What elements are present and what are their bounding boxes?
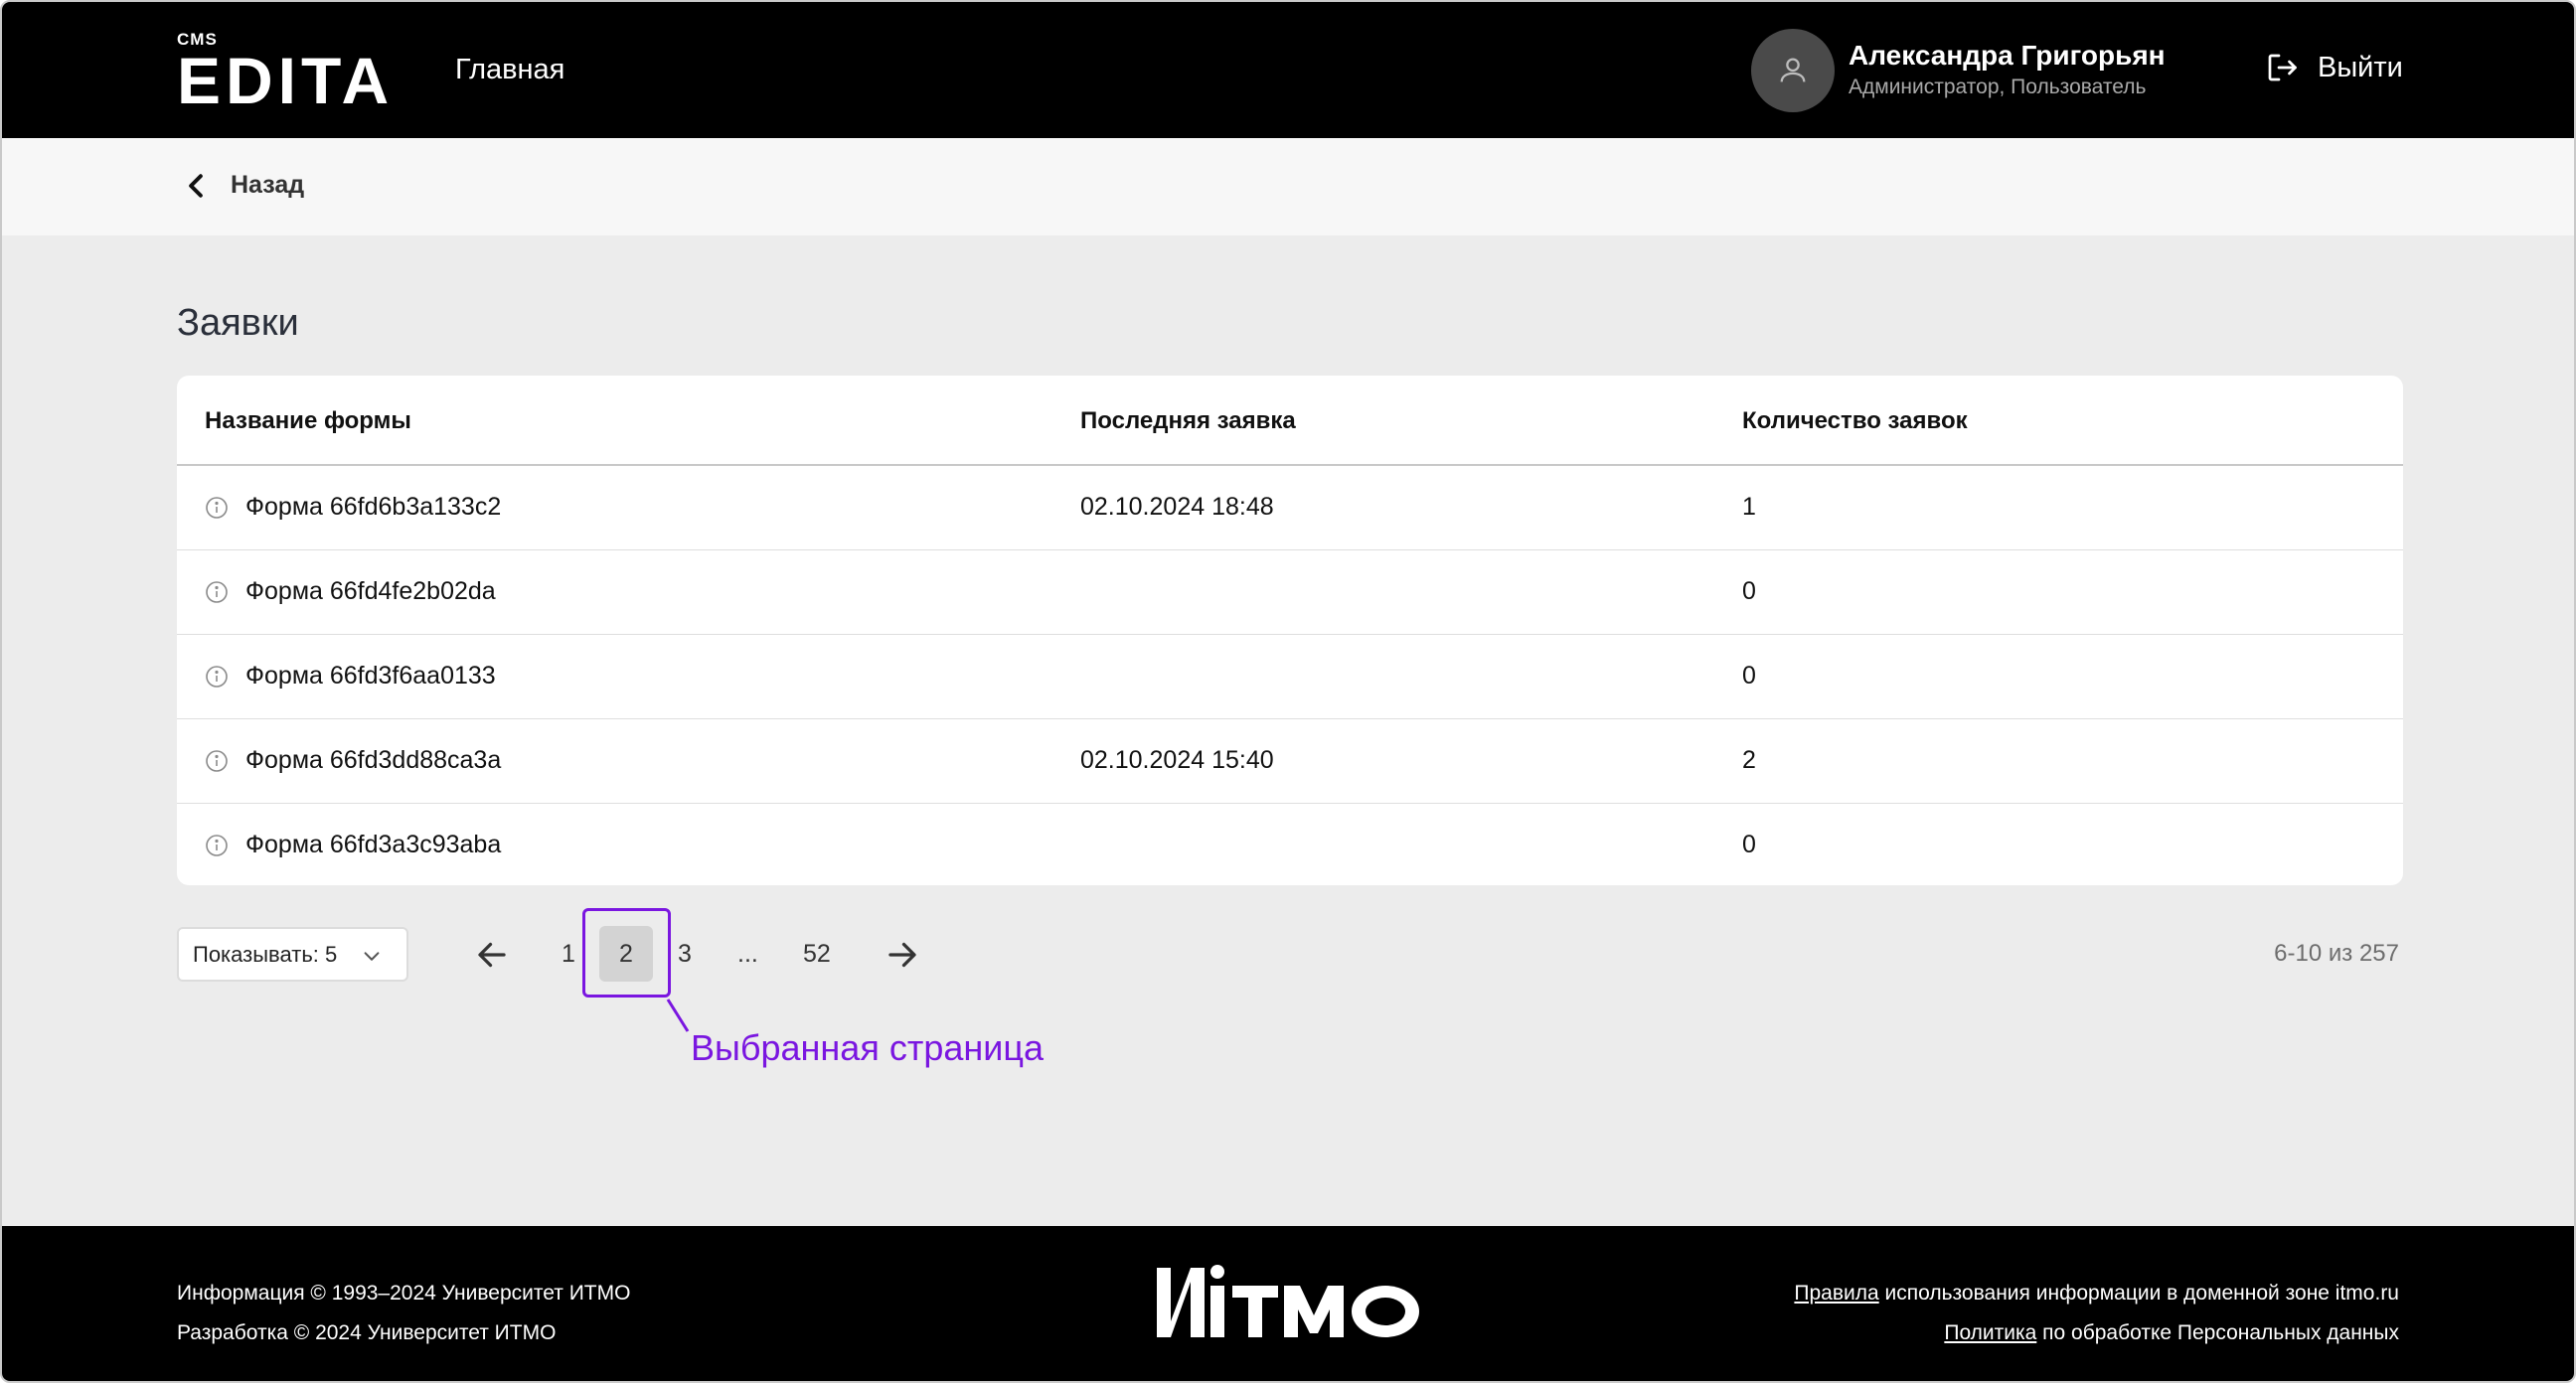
last-request-cell: 02.10.2024 18:48 xyxy=(1080,493,1274,521)
app-frame: CMS EDITA Главная Александра Григорьян А… xyxy=(0,0,2576,1383)
policy-text: по обработке Персональных данных xyxy=(2036,1321,2399,1344)
chevron-down-icon xyxy=(364,952,380,961)
form-name-cell[interactable]: Форма 66fd3a3c93aba xyxy=(245,831,501,859)
page-ellipsis: ... xyxy=(737,940,758,968)
itmo-logo-mark xyxy=(1157,1265,1419,1337)
per-page-select[interactable]: Показывать: 5 xyxy=(177,927,408,982)
footer-dev-line: Разработка © 2024 Университет ИТМО xyxy=(177,1321,557,1344)
chevron-left-icon xyxy=(189,173,203,198)
user-name: Александра Григорьян xyxy=(1849,40,2166,71)
user-icon xyxy=(1780,58,1806,82)
last-request-cell: 02.10.2024 15:40 xyxy=(1080,746,1274,774)
logout-button[interactable]: Выйти xyxy=(2264,50,2403,85)
info-icon[interactable] xyxy=(205,749,229,773)
request-count-cell: 0 xyxy=(1742,662,1756,690)
table-row[interactable]: Форма 66fd6b3a133c2 02.10.2024 18:48 1 xyxy=(177,466,2403,550)
itmo-logo[interactable] xyxy=(1155,1264,1425,1344)
current-page-highlight xyxy=(582,908,671,998)
table-header: Название формы Последняя заявка Количест… xyxy=(177,376,2403,466)
forms-table: Название формы Последняя заявка Количест… xyxy=(177,376,2403,885)
logo-edita-label: EDITA xyxy=(177,44,395,117)
request-count-cell: 0 xyxy=(1742,577,1756,605)
logout-icon xyxy=(2268,54,2297,81)
footer-policy-line: Политика по обработке Персональных данны… xyxy=(1794,1313,2399,1353)
column-header-form-name[interactable]: Название формы xyxy=(205,407,411,435)
info-icon[interactable] xyxy=(205,665,229,689)
column-header-last-request[interactable]: Последняя заявка xyxy=(1080,407,1296,435)
footer-info-line: Информация © 1993–2024 Университет ИТМО xyxy=(177,1282,631,1305)
footer-rules-line: Правила использования информации в домен… xyxy=(1794,1274,2399,1313)
page-title: Заявки xyxy=(177,302,299,344)
form-name-cell[interactable]: Форма 66fd3dd88ca3a xyxy=(245,746,501,775)
edita-logo[interactable]: CMS EDITA xyxy=(177,30,394,113)
request-count-cell: 2 xyxy=(1742,746,1756,774)
table-row[interactable]: Форма 66fd3f6aa0133 0 xyxy=(177,635,2403,719)
page-button-52[interactable]: 52 xyxy=(803,940,831,969)
info-icon[interactable] xyxy=(205,580,229,604)
page-footer: Информация © 1993–2024 Университет ИТМО … xyxy=(2,1226,2574,1381)
top-header: CMS EDITA Главная Александра Григорьян А… xyxy=(2,2,2574,138)
column-header-request-count[interactable]: Количество заявок xyxy=(1742,407,1968,435)
back-label: Назад xyxy=(231,171,305,199)
callout-selected-page: Выбранная страница xyxy=(691,1027,1044,1068)
page-button-1[interactable]: 1 xyxy=(562,940,575,969)
info-icon[interactable] xyxy=(205,834,229,857)
nav-home-link[interactable]: Главная xyxy=(455,54,564,86)
user-profile[interactable]: Александра Григорьян Администратор, Поль… xyxy=(1751,28,2166,113)
callout-pointer-line xyxy=(666,999,690,1032)
back-button[interactable]: Назад xyxy=(187,171,304,200)
logout-label: Выйти xyxy=(2318,51,2403,83)
table-row[interactable]: Форма 66fd3dd88ca3a 02.10.2024 15:40 2 xyxy=(177,719,2403,804)
rules-text: использования информации в доменной зоне… xyxy=(1878,1282,2399,1305)
next-page-arrow-icon[interactable] xyxy=(885,937,920,973)
request-count-cell: 1 xyxy=(1742,493,1756,521)
request-count-cell: 0 xyxy=(1742,831,1756,858)
prev-page-arrow-icon[interactable] xyxy=(474,937,510,973)
pagination-range: 6-10 из 257 xyxy=(2274,940,2399,967)
form-name-cell[interactable]: Форма 66fd6b3a133c2 xyxy=(245,493,501,522)
policy-link[interactable]: Политика xyxy=(1944,1321,2036,1344)
table-row[interactable]: Форма 66fd4fe2b02da 0 xyxy=(177,550,2403,635)
form-name-cell[interactable]: Форма 66fd3f6aa0133 xyxy=(245,662,496,691)
user-role: Администратор, Пользователь xyxy=(1849,76,2147,98)
per-page-label: Показывать: 5 xyxy=(193,941,338,967)
rules-link[interactable]: Правила xyxy=(1794,1282,1878,1305)
form-name-cell[interactable]: Форма 66fd4fe2b02da xyxy=(245,577,496,606)
page-button-3[interactable]: 3 xyxy=(678,940,692,969)
table-row[interactable]: Форма 66fd3a3c93aba 0 xyxy=(177,804,2403,885)
info-icon[interactable] xyxy=(205,496,229,520)
avatar xyxy=(1751,29,1835,112)
back-bar: Назад xyxy=(2,138,2574,235)
